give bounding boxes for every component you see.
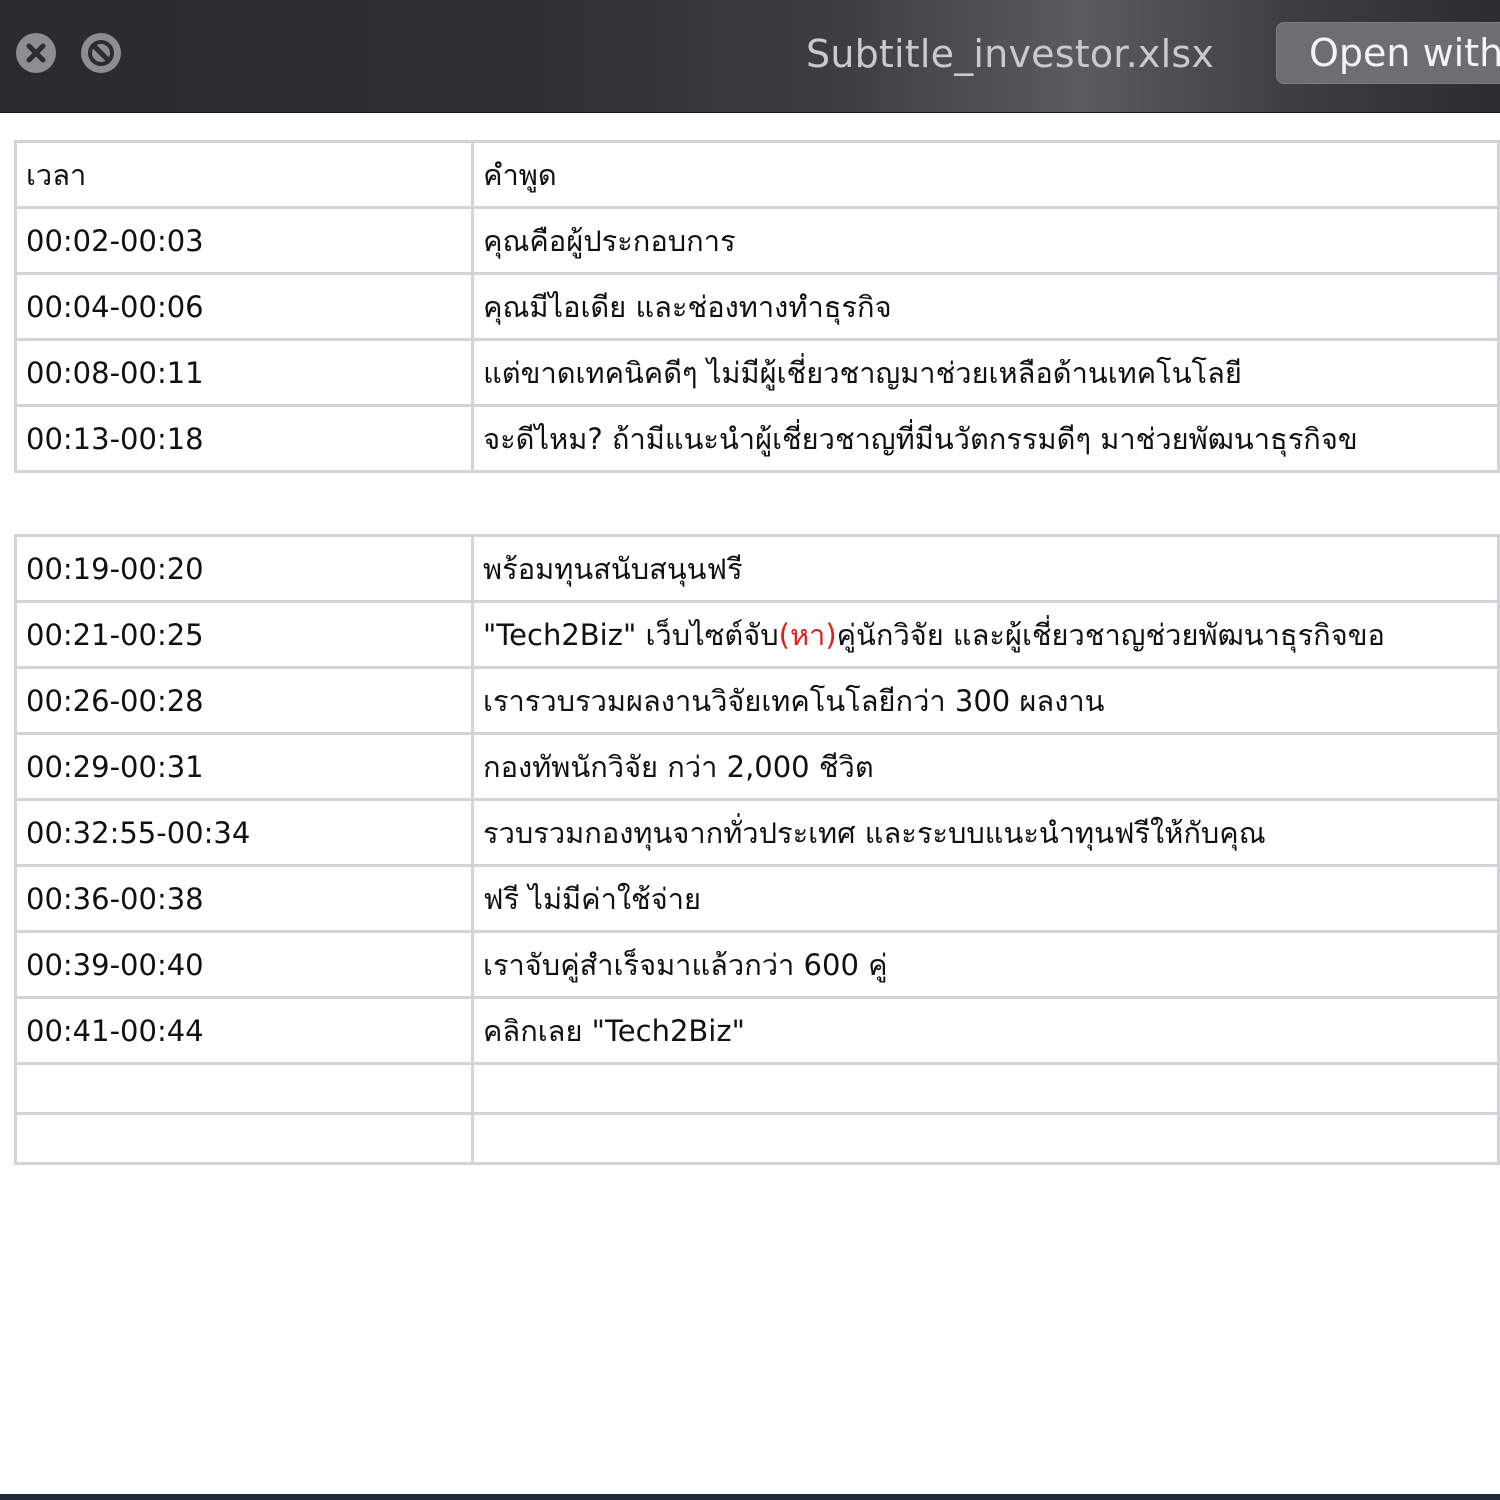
empty-cell[interactable] [471, 1062, 1500, 1115]
table-row: 00:08-00:11 แต่ขาดเทคนิคดีๆ ไม่มีผู้เชี่… [13, 338, 1500, 407]
speech-cell[interactable]: "Tech2Biz" เว็บไซต์จับ(หา)คู่นักวิจัย แล… [471, 600, 1500, 669]
table-row: 00:21-00:25 "Tech2Biz" เว็บไซต์จับ(หา)คู… [13, 600, 1500, 669]
table-row: 00:13-00:18 จะดีไหม? ถ้ามีแนะนำผู้เชี่ยว… [13, 404, 1500, 473]
speech-text-part: คู่นักวิจัย และผู้เชี่ยวชาญช่วยพัฒนาธุรก… [836, 617, 1385, 652]
time-cell[interactable]: 00:32:55-00:34 [13, 798, 475, 867]
speech-cell[interactable]: กองทัพนักวิจัย กว่า 2,000 ชีวิต [471, 732, 1500, 801]
table-row: 00:32:55-00:34 รวบรวมกองทุนจากทั่วประเทศ… [13, 798, 1500, 867]
empty-cell[interactable] [13, 1112, 475, 1165]
table-row: 00:39-00:40 เราจับคู่สำเร็จมาแล้วกว่า 60… [13, 930, 1500, 999]
speech-cell[interactable]: เรารวบรวมผลงานวิจัยเทคโนโลยีกว่า 300 ผลง… [471, 666, 1500, 735]
table-row: 00:02-00:03 คุณคือผู้ประกอบการ [13, 206, 1500, 275]
time-cell[interactable]: 00:39-00:40 [13, 930, 475, 999]
subtitle-table-top: เวลา คำพูด 00:02-00:03 คุณคือผู้ประกอบกา… [13, 140, 1500, 473]
empty-cell[interactable] [471, 1112, 1500, 1165]
time-cell[interactable]: 00:04-00:06 [13, 272, 475, 341]
speech-cell[interactable]: จะดีไหม? ถ้ามีแนะนำผู้เชี่ยวชาญที่มีนวัต… [471, 404, 1500, 473]
empty-row [13, 1112, 1500, 1165]
time-cell[interactable]: 00:13-00:18 [13, 404, 475, 473]
quicklook-window: Subtitle_investor.xlsx Open with เวลา คำ… [0, 0, 1500, 1500]
no-fullscreen-icon [88, 40, 114, 66]
time-cell[interactable]: 00:41-00:44 [13, 996, 475, 1065]
empty-cell[interactable] [13, 1062, 475, 1115]
table-row: 00:29-00:31 กองทัพนักวิจัย กว่า 2,000 ชี… [13, 732, 1500, 801]
speech-cell[interactable]: คลิกเลย "Tech2Biz" [471, 996, 1500, 1065]
time-cell[interactable]: 00:29-00:31 [13, 732, 475, 801]
time-cell[interactable]: 00:26-00:28 [13, 666, 475, 735]
subtitle-table-bottom: 00:19-00:20 พร้อมทุนสนับสนุนฟรี 00:21-00… [13, 534, 1500, 1165]
time-cell[interactable]: 00:21-00:25 [13, 600, 475, 669]
table-row: 00:19-00:20 พร้อมทุนสนับสนุนฟรี [13, 534, 1500, 603]
speech-cell[interactable]: แต่ขาดเทคนิคดีๆ ไม่มีผู้เชี่ยวชาญมาช่วยเ… [471, 338, 1500, 407]
document-title: Subtitle_investor.xlsx [806, 32, 1215, 76]
speech-cell[interactable]: ฟรี ไม่มีค่าใช้จ่าย [471, 864, 1500, 933]
exit-fullscreen-button[interactable] [81, 33, 121, 73]
speech-cell[interactable]: เราจับคู่สำเร็จมาแล้วกว่า 600 คู่ [471, 930, 1500, 999]
speech-text-part: "Tech2Biz" เว็บไซต์จับ [483, 617, 779, 652]
time-cell[interactable]: 00:36-00:38 [13, 864, 475, 933]
table-row: 00:26-00:28 เรารวบรวมผลงานวิจัยเทคโนโลยี… [13, 666, 1500, 735]
close-button[interactable] [16, 33, 56, 73]
table-row: 00:36-00:38 ฟรี ไม่มีค่าใช้จ่าย [13, 864, 1500, 933]
table-row: 00:41-00:44 คลิกเลย "Tech2Biz" [13, 996, 1500, 1065]
title-bar: Subtitle_investor.xlsx Open with [0, 0, 1500, 113]
time-cell[interactable]: 00:19-00:20 [13, 534, 475, 603]
table-row: 00:04-00:06 คุณมีไอเดีย และช่องทางทำธุรก… [13, 272, 1500, 341]
table-header-row: เวลา คำพูด [13, 140, 1500, 209]
empty-row [13, 1062, 1500, 1115]
close-icon [26, 43, 46, 63]
header-time-cell[interactable]: เวลา [13, 140, 475, 209]
open-with-button[interactable]: Open with [1276, 22, 1500, 84]
speech-highlight-text: (หา) [778, 617, 837, 652]
header-speech-cell[interactable]: คำพูด [471, 140, 1500, 209]
time-cell[interactable]: 00:08-00:11 [13, 338, 475, 407]
speech-cell[interactable]: พร้อมทุนสนับสนุนฟรี [471, 534, 1500, 603]
time-cell[interactable]: 00:02-00:03 [13, 206, 475, 275]
speech-cell[interactable]: รวบรวมกองทุนจากทั่วประเทศ และระบบแนะนำทุ… [471, 798, 1500, 867]
speech-cell[interactable]: คุณมีไอเดีย และช่องทางทำธุรกิจ [471, 272, 1500, 341]
speech-cell[interactable]: คุณคือผู้ประกอบการ [471, 206, 1500, 275]
window-bottom-edge [0, 1494, 1500, 1500]
